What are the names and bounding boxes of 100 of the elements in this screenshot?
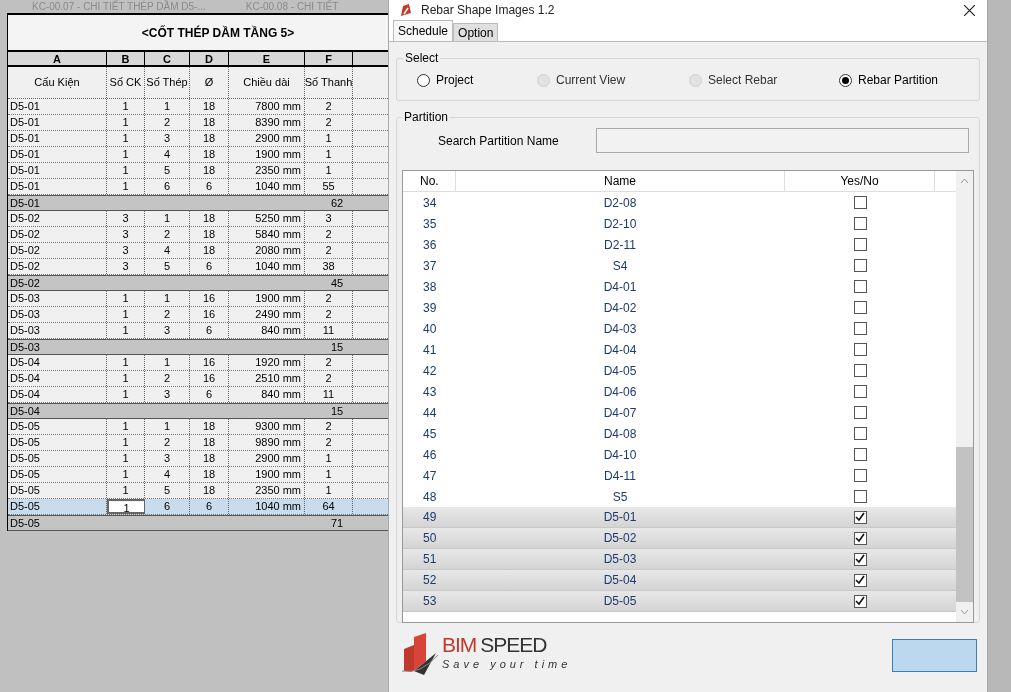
table-row[interactable]: D5-05 1 4 18 1900 mm 1 [8, 467, 388, 483]
checkbox[interactable] [853, 217, 867, 230]
tab[interactable]: Option [453, 23, 499, 41]
table-cell: 840 mm [229, 323, 305, 338]
table-row[interactable]: D5-03 1 2 16 2490 mm 2 [8, 307, 388, 323]
action-button[interactable] [892, 638, 977, 672]
partition-name: D4-05 [602, 362, 638, 380]
table-row[interactable]: D5-04 1 3 6 840 mm 11 [8, 387, 388, 403]
partition-row[interactable]: 37 S4 [403, 255, 956, 276]
checkbox[interactable] [853, 259, 867, 272]
partition-row[interactable]: 41 D4-04 [403, 339, 956, 360]
partition-row[interactable]: 39 D4-02 [403, 297, 956, 318]
table-row[interactable]: D5-05 1 2 18 9890 mm 2 [8, 435, 388, 451]
partition-name: D5-03 [602, 551, 638, 568]
checkbox[interactable] [853, 573, 867, 587]
checkbox[interactable] [853, 510, 867, 524]
checkbox[interactable] [853, 552, 867, 566]
table-row[interactable]: D5-04 1 2 16 2510 mm 2 [8, 371, 388, 387]
row-number: 41 [422, 341, 438, 359]
table-row[interactable]: D5-02 3 2 18 5840 mm 2 [8, 227, 388, 243]
partition-row[interactable]: 52 D5-04 [403, 570, 956, 591]
partition-name: D4-06 [602, 383, 638, 401]
table-cell: 1 [107, 499, 145, 514]
partition-row[interactable]: 45 D4-08 [403, 423, 956, 444]
column-header[interactable]: Yes/No [785, 171, 935, 191]
radio-icon[interactable] [417, 73, 430, 87]
partition-row[interactable]: 42 D4-05 [403, 360, 956, 381]
checkbox[interactable] [853, 531, 867, 545]
checkbox[interactable] [853, 427, 867, 440]
table-cell: 6 [145, 499, 190, 514]
column-letter[interactable]: A [8, 52, 107, 65]
partition-row[interactable]: 44 D4-07 [403, 402, 956, 423]
column-header[interactable]: No. [403, 171, 455, 191]
partition-row[interactable]: 48 S5 [403, 486, 956, 507]
table-row[interactable]: D5-05 1 6 6 1040 mm 64 [8, 499, 388, 515]
table-cell: 3 [145, 323, 190, 338]
table-row[interactable]: D5-01 1 1 18 7800 mm 2 [8, 99, 388, 115]
table-row[interactable]: D5-04 1 1 16 1920 mm 2 [8, 355, 388, 371]
table-row[interactable]: D5-03 1 3 6 840 mm 11 [8, 323, 388, 339]
partition-row[interactable]: 51 D5-03 [403, 549, 956, 570]
table-row[interactable]: D5-01 1 4 18 1900 mm 1 [8, 147, 388, 163]
partition-row[interactable]: 38 D4-01 [403, 276, 956, 297]
table-cell: 1 [107, 147, 145, 162]
column-letter[interactable]: C [145, 52, 190, 65]
checkbox[interactable] [853, 469, 867, 482]
checkbox[interactable] [853, 238, 867, 251]
checkbox[interactable] [853, 406, 867, 419]
partition-row[interactable]: 47 D4-11 [403, 465, 956, 486]
table-row[interactable]: D5-01 1 5 18 2350 mm 1 [8, 163, 388, 179]
table-row[interactable]: D5-02 3 5 6 1040 mm 38 [8, 259, 388, 275]
checkbox[interactable] [853, 343, 867, 356]
table-cell: D5-01 [8, 115, 107, 130]
checkbox[interactable] [853, 280, 867, 293]
column-letter[interactable]: B [107, 52, 145, 65]
column-letter[interactable]: F [305, 52, 353, 65]
table-cell: 1 [107, 163, 145, 178]
partition-row[interactable]: 50 D5-02 [403, 528, 956, 549]
column-header[interactable]: Name [455, 171, 785, 191]
partition-row[interactable]: 36 D2-11 [403, 234, 956, 255]
table-row[interactable]: D5-05 1 5 18 2350 mm 1 [8, 483, 388, 499]
checkbox[interactable] [853, 385, 867, 398]
partition-name: D2-08 [602, 194, 638, 212]
checkbox[interactable] [853, 196, 867, 209]
checkbox[interactable] [853, 594, 867, 608]
partition-row[interactable]: 34 D2-08 [403, 192, 956, 213]
table-cell: D5-02 [8, 259, 107, 274]
table-row[interactable]: D5-05 1 3 18 2900 mm 1 [8, 451, 388, 467]
table-row[interactable]: D5-05 1 1 18 9300 mm 2 [8, 419, 388, 435]
column-letter[interactable]: E [229, 52, 305, 65]
radio-option[interactable]: Rebar Partition [839, 71, 939, 89]
column-letter[interactable]: D [190, 52, 229, 65]
table-row[interactable]: D5-02 3 1 18 5250 mm 3 [8, 211, 388, 227]
table-cell: 1 [107, 179, 145, 194]
partition-row[interactable]: 35 D2-10 [403, 213, 956, 234]
close-icon[interactable] [964, 4, 975, 16]
table-cell: 1 [107, 355, 145, 370]
table-cell: 2490 mm [229, 307, 305, 322]
table-row[interactable]: D5-03 1 1 16 1900 mm 2 [8, 291, 388, 307]
checkbox[interactable] [853, 448, 867, 461]
partition-row[interactable]: 49 D5-01 [403, 507, 956, 528]
table-cell: D5-01 [8, 179, 107, 194]
table-cell: 2 [145, 307, 190, 322]
checkbox[interactable] [853, 322, 867, 335]
partition-row[interactable]: 53 D5-05 [403, 591, 956, 612]
tab[interactable]: Schedule [393, 20, 454, 41]
table-row[interactable]: D5-02 3 4 18 2080 mm 2 [8, 243, 388, 259]
table-row[interactable]: D5-01 1 6 6 1040 mm 55 [8, 179, 388, 195]
checkbox[interactable] [853, 301, 867, 314]
table-row[interactable]: D5-01 1 3 18 2900 mm 1 [8, 131, 388, 147]
partition-name: D4-07 [602, 404, 638, 422]
checkbox[interactable] [853, 364, 867, 377]
partition-row[interactable]: 43 D4-06 [403, 381, 956, 402]
partition-name: D4-01 [602, 278, 638, 296]
partition-row[interactable]: 40 D4-03 [403, 318, 956, 339]
search-field[interactable] [596, 128, 969, 153]
table-row[interactable]: D5-01 1 2 18 8390 mm 2 [8, 115, 388, 131]
partition-row[interactable]: 46 D4-10 [403, 444, 956, 465]
radio-option[interactable]: Project [417, 71, 537, 89]
checkbox[interactable] [853, 490, 867, 503]
radio-icon[interactable] [839, 73, 852, 87]
